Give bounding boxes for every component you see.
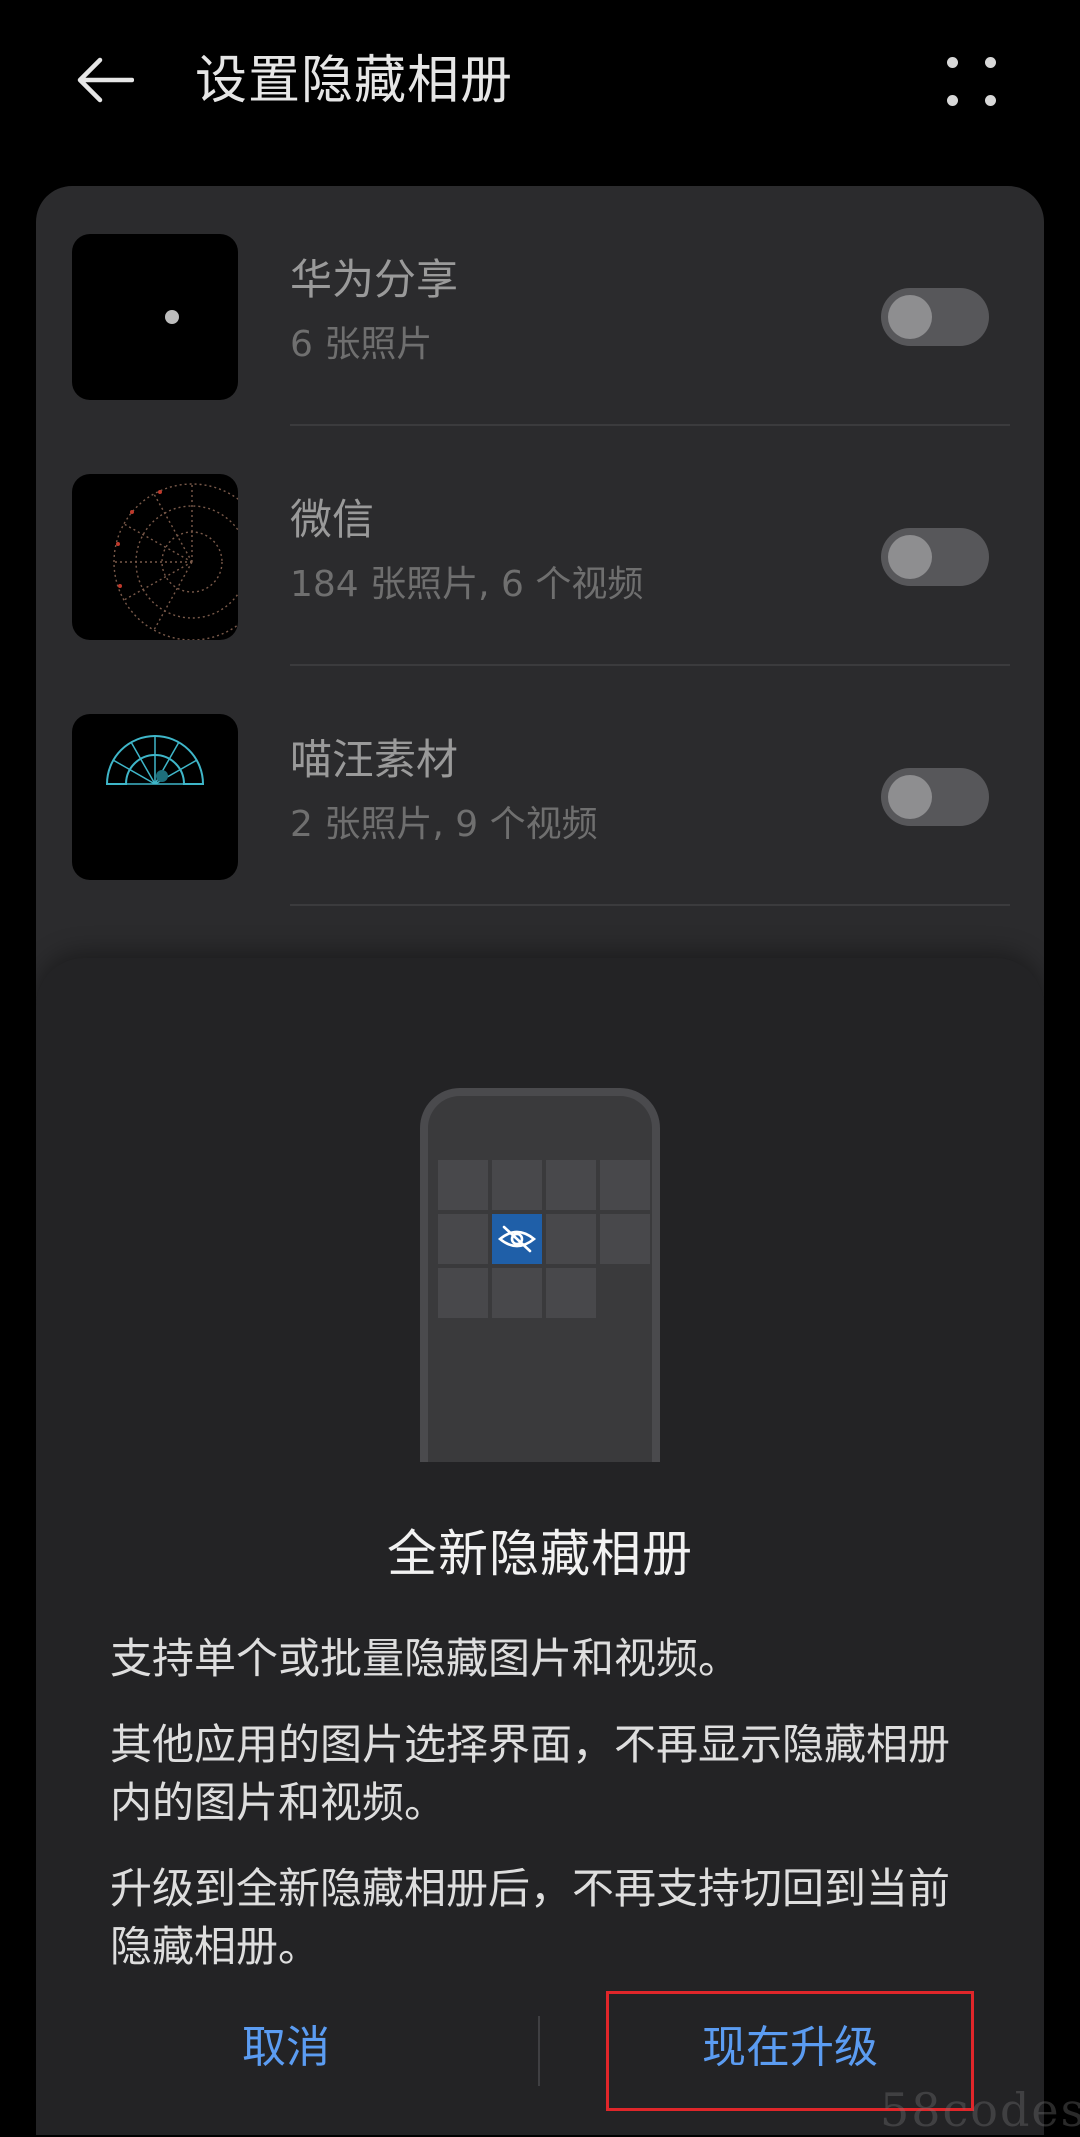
album-name: 喵汪素材	[290, 735, 459, 784]
album-thumbnail	[72, 234, 238, 400]
toggle-knob	[888, 295, 932, 339]
fan-thumbnail-image	[105, 735, 205, 785]
grid-tile	[492, 1268, 542, 1318]
hide-album-toggle[interactable]	[881, 768, 989, 826]
back-arrow-icon	[77, 57, 134, 103]
grid-tile	[546, 1268, 596, 1318]
album-name: 微信	[290, 495, 375, 544]
hide-album-toggle[interactable]	[881, 528, 989, 586]
grid-tile	[600, 1214, 650, 1264]
more-options-icon[interactable]	[935, 45, 1010, 120]
grid-tile	[438, 1268, 488, 1318]
toggle-knob	[888, 775, 932, 819]
album-count: 6 张照片	[290, 324, 433, 365]
page-title: 设置隐藏相册	[195, 51, 514, 111]
grid-tile	[492, 1160, 542, 1210]
album-row-pet-material[interactable]: 喵汪素材 2 张照片, 9 个视频	[36, 666, 1044, 906]
description-paragraph: 支持单个或批量隐藏图片和视频。	[110, 1634, 741, 1683]
toggle-knob	[888, 535, 932, 579]
grid-tile	[546, 1214, 596, 1264]
album-row-wechat[interactable]: 微信 184 张照片, 6 个视频	[36, 426, 1044, 666]
ferris-wheel-thumbnail-image	[113, 483, 238, 640]
hidden-grid-tile	[492, 1214, 542, 1264]
grid-tile	[438, 1214, 488, 1264]
grid-tile	[546, 1160, 596, 1210]
hide-album-toggle[interactable]	[881, 288, 989, 346]
upgrade-bottom-sheet: 全新隐藏相册 支持单个或批量隐藏图片和视频。 其他应用的图片选择界面，不再显示隐…	[36, 958, 1044, 2135]
watermark: 58codes	[880, 2083, 1080, 2137]
album-thumbnail	[72, 474, 238, 640]
cancel-button[interactable]: 取消	[76, 2008, 496, 2088]
album-name: 华为分享	[290, 255, 459, 304]
description-paragraph: 升级到全新隐藏相册后，不再支持切回到当前隐藏相册。	[110, 1864, 951, 1971]
dot-thumbnail-image	[165, 310, 179, 324]
album-count: 2 张照片, 9 个视频	[290, 804, 598, 845]
app-bar: 设置隐藏相册	[0, 0, 1080, 160]
divider	[290, 904, 1010, 906]
phone-illustration	[420, 1088, 660, 1462]
actions-divider	[538, 2016, 540, 2086]
grid-tile	[600, 1160, 650, 1210]
album-thumbnail	[72, 714, 238, 880]
album-count: 184 张照片, 6 个视频	[290, 564, 644, 605]
album-row-huawei-share[interactable]: 华为分享 6 张照片	[36, 186, 1044, 426]
eye-slash-icon	[497, 1225, 537, 1253]
grid-tile	[438, 1160, 488, 1210]
description-paragraph: 其他应用的图片选择界面，不再显示隐藏相册内的图片和视频。	[110, 1720, 951, 1827]
sheet-title: 全新隐藏相册	[387, 1525, 693, 1583]
back-button[interactable]	[60, 40, 150, 120]
